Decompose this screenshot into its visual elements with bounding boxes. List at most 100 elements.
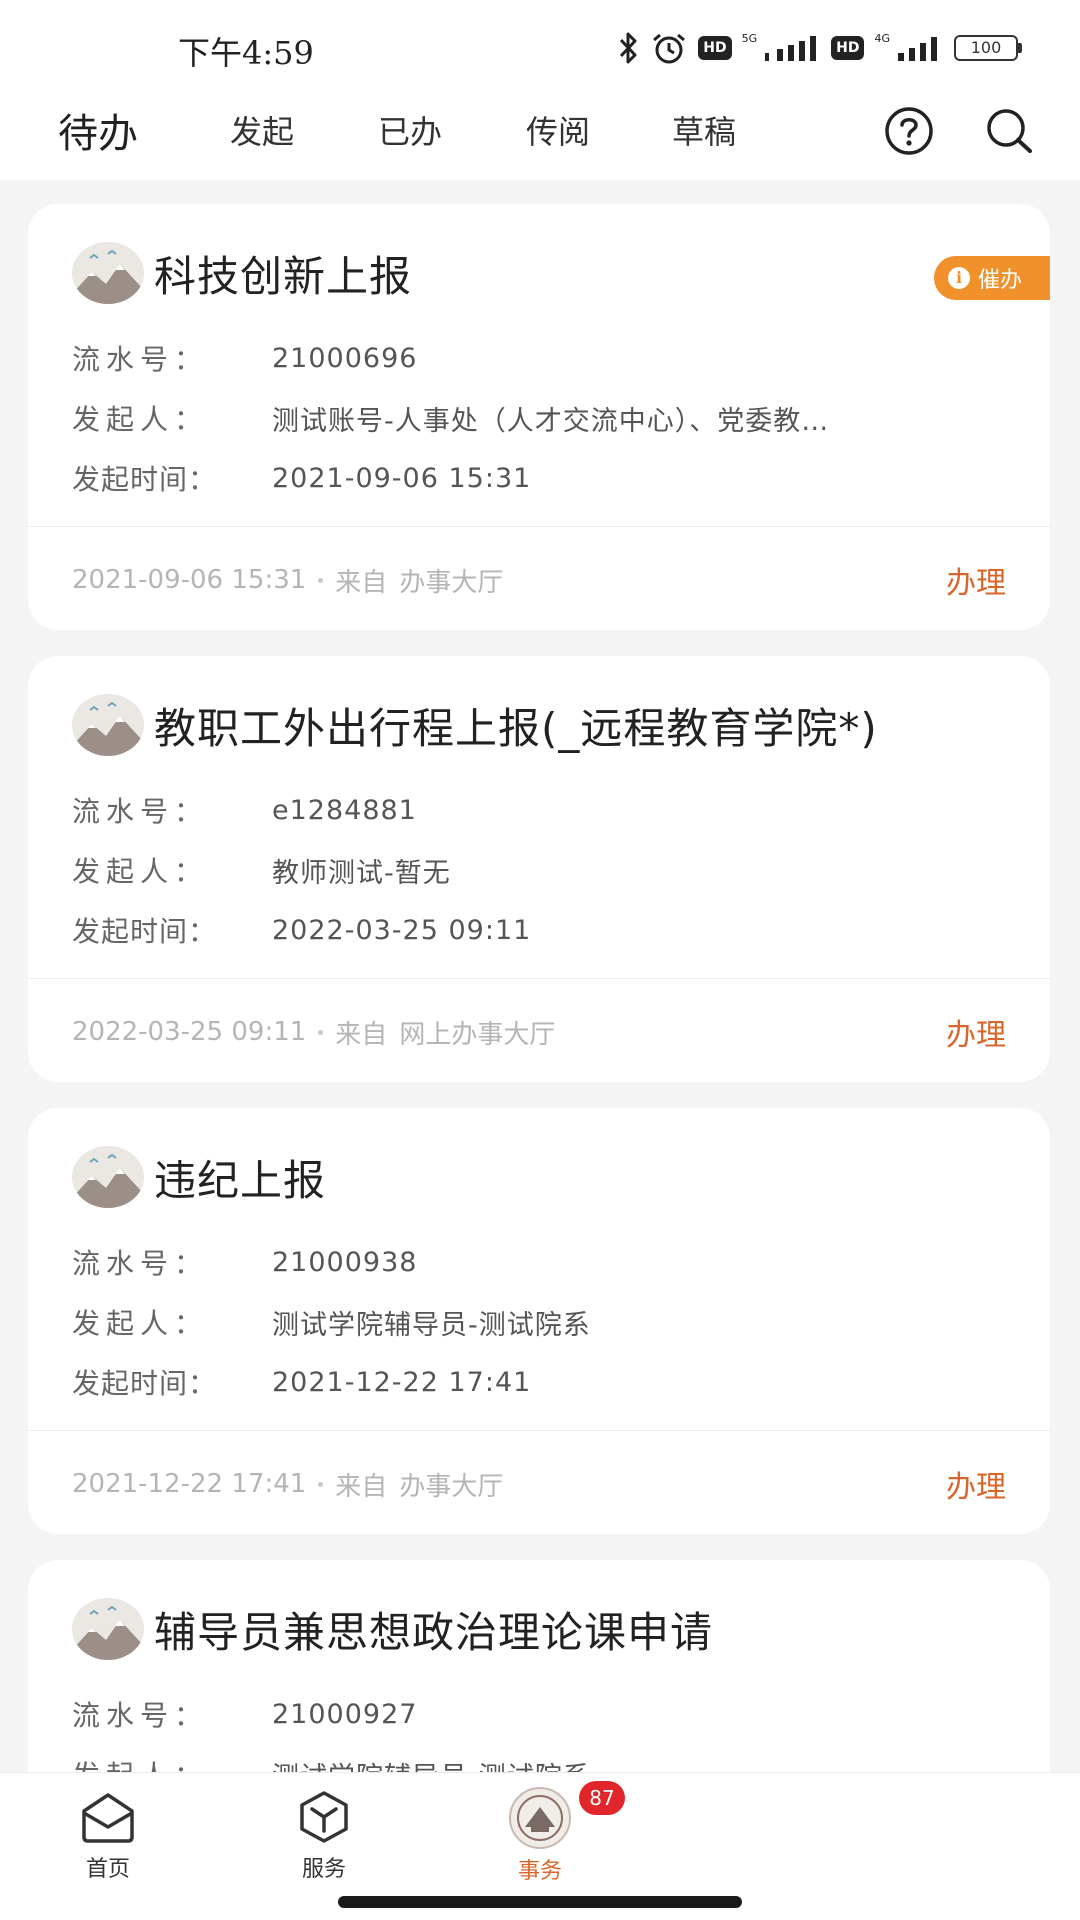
network-type-label: 5G <box>741 31 758 45</box>
help-icon[interactable] <box>882 104 936 158</box>
initiator-value: 测试账号-人事处（人才交流中心）、党委教… <box>272 405 830 437</box>
time-row: 发起时间： 2021-12-22 17:41 <box>72 1362 531 1402</box>
avatar <box>72 1146 144 1208</box>
status-icons: HD 5G HD 4G 100 <box>616 30 1022 66</box>
time-label: 发起时间： <box>72 915 218 948</box>
time-value: 2022-03-25 09:11 <box>272 914 532 946</box>
task-card[interactable]: 科技创新上报 i 催办 流水号： 21000696 发起人： 测试账号-人事处（… <box>28 204 1050 630</box>
card-header: 教职工外出行程上报(_远程教育学院*) <box>72 694 878 756</box>
card-divider <box>28 1430 1050 1431</box>
time-value: 2021-12-22 17:41 <box>272 1366 532 1398</box>
network-type-label-2: 4G <box>874 31 890 45</box>
hd-icon: HD <box>698 36 732 60</box>
card-divider <box>28 978 1050 979</box>
serial-label: 流水号： <box>72 1699 209 1732</box>
card-footer: 2021-09-06 15:31 来自 办事大厅 办理 <box>72 558 1006 602</box>
battery-level: 100 <box>954 35 1018 61</box>
tab-todo[interactable]: 待办 <box>58 92 138 168</box>
university-logo-icon: 87 <box>509 1781 625 1849</box>
tab-draft[interactable]: 草稿 <box>672 92 736 168</box>
time-value: 2021-09-06 15:31 <box>272 462 532 494</box>
footer-from-label: 来自 <box>335 567 388 598</box>
initiator-label: 发起人： <box>72 855 209 888</box>
signal-icon <box>765 36 817 61</box>
nav-home-label: 首页 <box>85 1857 130 1882</box>
top-nav: 待办 发起 已办 传阅 草稿 <box>0 92 1080 180</box>
initiator-row: 发起人： 测试学院辅导员-测试院系 <box>72 1302 591 1342</box>
card-header: 科技创新上报 <box>72 242 412 304</box>
task-card[interactable]: 教职工外出行程上报(_远程教育学院*) 流水号： e1284881 发起人： 教… <box>28 656 1050 1082</box>
handle-button[interactable]: 办理 <box>946 1010 1006 1054</box>
card-divider <box>28 526 1050 527</box>
search-icon[interactable] <box>982 104 1036 158</box>
signal-icon-2 <box>898 37 937 61</box>
time-row: 发起时间： 2021-09-06 15:31 <box>72 458 531 498</box>
card-title: 教职工外出行程上报(_远程教育学院*) <box>154 703 878 753</box>
notification-count-badge: 87 <box>579 1781 625 1815</box>
serial-value: e1284881 <box>272 794 417 826</box>
avatar <box>72 1598 144 1660</box>
footer-from-label: 来自 <box>335 1019 388 1050</box>
battery-icon: 100 <box>954 35 1022 61</box>
task-card[interactable]: 违纪上报 流水号： 21000938 发起人： 测试学院辅导员-测试院系 发起时… <box>28 1108 1050 1534</box>
footer-source: 办事大厅 <box>399 1471 504 1502</box>
footer-time: 2021-12-22 17:41 <box>72 1469 307 1499</box>
tab-done[interactable]: 已办 <box>378 92 442 168</box>
handle-button[interactable]: 办理 <box>946 558 1006 602</box>
initiator-value: 教师测试-暂无 <box>272 857 451 889</box>
initiator-label: 发起人： <box>72 403 209 436</box>
tab-initiate[interactable]: 发起 <box>230 92 294 168</box>
nav-affairs[interactable]: 87 事务 <box>480 1781 625 1885</box>
avatar <box>72 242 144 304</box>
serial-row: 流水号： 21000696 <box>72 338 417 378</box>
card-footer: 2021-12-22 17:41 来自 办事大厅 办理 <box>72 1462 1006 1506</box>
info-icon: i <box>948 267 970 289</box>
nav-service-label: 服务 <box>301 1857 346 1882</box>
serial-row: 流水号： e1284881 <box>72 790 417 830</box>
urge-badge[interactable]: i 催办 <box>934 256 1050 300</box>
initiator-label: 发起人： <box>72 1307 209 1340</box>
cube-icon <box>300 1791 348 1843</box>
nav-home[interactable]: 首页 <box>48 1787 168 1883</box>
avatar <box>72 694 144 756</box>
serial-value: 21000927 <box>272 1698 418 1730</box>
card-header: 违纪上报 <box>72 1146 326 1208</box>
initiator-row: 发起人： 测试账号-人事处（人才交流中心）、党委教… <box>72 398 829 438</box>
card-footer: 2022-03-25 09:11 来自 网上办事大厅 办理 <box>72 1010 1006 1054</box>
handle-button[interactable]: 办理 <box>946 1462 1006 1506</box>
footer-time: 2022-03-25 09:11 <box>72 1017 307 1047</box>
status-bar: 下午4:59 HD 5G HD 4G 100 <box>0 0 1080 92</box>
card-title: 辅导员兼思想政治理论课申请 <box>154 1607 714 1657</box>
footer-source: 网上办事大厅 <box>399 1019 556 1050</box>
nav-affairs-label: 事务 <box>517 1859 562 1884</box>
home-indicator[interactable] <box>338 1896 742 1908</box>
time-label: 发起时间： <box>72 1367 218 1400</box>
tab-circulate[interactable]: 传阅 <box>526 92 590 168</box>
urge-label: 催办 <box>978 268 1023 293</box>
serial-row: 流水号： 21000938 <box>72 1242 417 1282</box>
serial-label: 流水号： <box>72 1247 209 1280</box>
hd-icon-2: HD <box>831 36 865 60</box>
card-title: 违纪上报 <box>154 1155 327 1205</box>
card-header: 辅导员兼思想政治理论课申请 <box>72 1598 713 1660</box>
serial-row: 流水号： 21000927 <box>72 1694 417 1734</box>
mail-home-icon <box>82 1793 134 1843</box>
bluetooth-icon <box>620 32 637 64</box>
initiator-row: 发起人： 教师测试-暂无 <box>72 850 451 890</box>
serial-value: 21000696 <box>272 342 418 374</box>
serial-label: 流水号： <box>72 795 209 828</box>
time-label: 发起时间： <box>72 463 218 496</box>
card-title: 科技创新上报 <box>154 251 413 301</box>
nav-service[interactable]: 服务 <box>264 1787 384 1883</box>
serial-label: 流水号： <box>72 343 209 376</box>
alarm-icon <box>653 33 686 64</box>
separator-dot <box>318 1029 324 1035</box>
footer-source: 办事大厅 <box>399 567 504 598</box>
footer-from-label: 来自 <box>335 1471 388 1502</box>
initiator-value: 测试学院辅导员-测试院系 <box>272 1309 591 1341</box>
serial-value: 21000938 <box>272 1246 418 1278</box>
status-time: 下午4:59 <box>178 34 314 72</box>
separator-dot <box>318 1481 324 1487</box>
separator-dot <box>318 577 324 583</box>
time-row: 发起时间： 2022-03-25 09:11 <box>72 910 531 950</box>
